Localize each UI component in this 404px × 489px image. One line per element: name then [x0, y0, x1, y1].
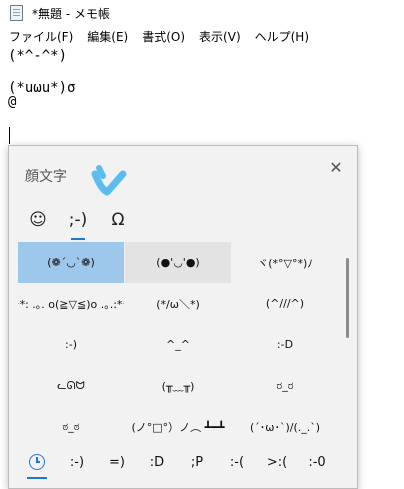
tab-surprised[interactable]: :-0: [297, 445, 337, 479]
checkmark-annotation: [91, 165, 127, 196]
tab-happy[interactable]: =): [97, 445, 137, 479]
window-title: *無題 - メモ帳: [32, 6, 110, 21]
panel-title: 顔文字: [25, 169, 67, 185]
kaomoji-item[interactable]: ರ_ರ: [232, 365, 338, 406]
kaomoji-item[interactable]: (❁´◡`❁): [18, 242, 124, 283]
tab-angry[interactable]: >:(: [257, 445, 297, 479]
close-icon: ✕: [329, 157, 343, 177]
clock-icon: [29, 454, 45, 470]
kaomoji-item[interactable]: ヾ(*°▽°*)ﾉ: [232, 242, 338, 283]
kaomoji-item[interactable]: ಠ_ಠ: [18, 406, 124, 442]
scrollbar[interactable]: [346, 258, 349, 338]
tab-recent[interactable]: [17, 445, 57, 479]
tab-sad[interactable]: :-(: [217, 445, 257, 479]
kaomoji-item[interactable]: (●'◡'●): [125, 242, 231, 283]
close-button[interactable]: ✕: [327, 157, 345, 177]
menu-edit[interactable]: 編集(E): [80, 28, 135, 45]
kaomoji-item[interactable]: ᓚᘏᗢ: [18, 365, 124, 406]
kaomoji-item[interactable]: ☆*: .｡. o(≧▽≦)o .｡.:*☆: [18, 283, 124, 324]
menu-file[interactable]: ファイル(F): [0, 28, 80, 45]
kaomoji-category-tabs: :-) =) :D ;P :-( >:( :-0: [17, 444, 349, 480]
tab-smile[interactable]: :-): [57, 445, 97, 479]
menu-view[interactable]: 表示(V): [192, 28, 248, 45]
kaomoji-item[interactable]: :-D: [232, 324, 338, 365]
menu-format[interactable]: 書式(O): [135, 28, 192, 45]
kaomoji-item[interactable]: :-): [18, 324, 124, 365]
kaomoji-grid: (❁´◡`❁) (●'◡'●) ヾ(*°▽°*)ﾉ ☆*: .｡. o(≧▽≦)…: [18, 242, 338, 442]
omega-symbol-icon: Ω: [111, 210, 125, 230]
emoji-panel: 顔文字 ✕ ☺ ;-) Ω (❁´◡`❁) (●'◡'●) ヾ(*°▽°*)ﾉ …: [8, 145, 358, 489]
notepad-icon: [8, 5, 24, 21]
kaomoji-icon: ;-): [68, 210, 88, 230]
title-bar: *無題 - メモ帳: [0, 0, 404, 26]
tab-kaomoji[interactable]: ;-): [59, 202, 97, 240]
editor-line: (*^-^*): [8, 48, 68, 64]
menu-help[interactable]: ヘルプ(H): [248, 28, 316, 45]
kaomoji-item[interactable]: (ノ°□°）ノ︵ ┻━┻: [125, 406, 231, 442]
tab-tongue[interactable]: ;P: [177, 445, 217, 479]
kaomoji-item[interactable]: (^///^): [232, 283, 338, 324]
category-tabs: ☺ ;-) Ω: [19, 202, 139, 240]
tab-emoji[interactable]: ☺: [19, 202, 57, 238]
tab-symbols[interactable]: Ω: [99, 202, 137, 238]
kaomoji-item[interactable]: (´･ω･`)/(._.`): [232, 406, 338, 442]
menu-bar: ファイル(F) 編集(E) 書式(O) 表示(V) ヘルプ(H): [0, 26, 404, 46]
kaomoji-item[interactable]: (╥﹏╥): [125, 365, 231, 406]
text-caret: [9, 127, 10, 144]
kaomoji-item[interactable]: (*/ω＼*): [125, 283, 231, 324]
editor-line: @: [8, 94, 17, 110]
editor-line: (*uωu*)σ: [8, 80, 76, 96]
tab-laugh[interactable]: :D: [137, 445, 177, 479]
kaomoji-item[interactable]: ^_^: [125, 324, 231, 365]
smiley-icon: ☺: [29, 210, 47, 230]
